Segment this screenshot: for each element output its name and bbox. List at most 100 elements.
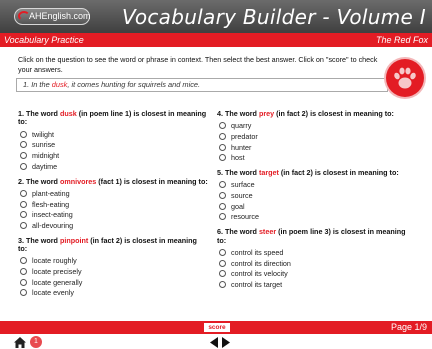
option-label: flesh-eating bbox=[32, 199, 70, 209]
header-bar: AHEnglish.com Vocabulary Builder - Volum… bbox=[0, 0, 432, 33]
answer-option[interactable]: flesh-eating bbox=[20, 199, 208, 210]
answer-option[interactable]: hunter bbox=[219, 142, 407, 153]
radio-button[interactable] bbox=[20, 268, 27, 276]
radio-button[interactable] bbox=[219, 281, 226, 289]
answer-option[interactable]: control its velocity bbox=[219, 269, 407, 280]
option-label: goal bbox=[231, 201, 245, 211]
question-text[interactable]: 3. The word pinpoint (in fact 2) is clos… bbox=[18, 236, 208, 254]
question-1[interactable]: 1. The word dusk (in poem line 1) is clo… bbox=[18, 109, 208, 172]
option-label: all-devouring bbox=[32, 220, 74, 230]
answer-option[interactable]: source bbox=[219, 190, 407, 201]
radio-button[interactable] bbox=[20, 257, 27, 265]
question-text[interactable]: 4. The word prey (in fact 2) is closest … bbox=[217, 109, 407, 118]
score-button[interactable]: score bbox=[204, 323, 230, 332]
radio-button[interactable] bbox=[219, 270, 226, 278]
answer-option[interactable]: surface bbox=[219, 180, 407, 191]
radio-button[interactable] bbox=[219, 154, 226, 162]
radio-button[interactable] bbox=[219, 122, 226, 130]
question-4[interactable]: 4. The word prey (in fact 2) is closest … bbox=[217, 109, 407, 163]
option-label: daytime bbox=[32, 161, 58, 171]
answer-option[interactable]: locate generally bbox=[20, 277, 208, 288]
radio-button[interactable] bbox=[219, 202, 226, 210]
radio-button[interactable] bbox=[219, 132, 226, 140]
radio-button[interactable] bbox=[219, 192, 226, 200]
answer-option[interactable]: quarry bbox=[219, 120, 407, 131]
option-label: control its target bbox=[231, 280, 283, 290]
question-text[interactable]: 6. The word steer (in poem line 3) is cl… bbox=[217, 228, 407, 245]
answer-options: locate roughly locate precisely locate g… bbox=[18, 256, 208, 299]
option-label: locate evenly bbox=[32, 288, 74, 298]
answer-options: surface source goal resource bbox=[217, 180, 407, 223]
answer-option[interactable]: locate evenly bbox=[20, 288, 208, 299]
option-label: predator bbox=[231, 131, 258, 141]
questions-left-column: 1. The word dusk (in poem line 1) is clo… bbox=[18, 109, 208, 304]
context-passage-box: 1. In the dusk, it comes hunting for squ… bbox=[16, 78, 388, 92]
answer-option[interactable]: midnight bbox=[20, 150, 208, 161]
answer-option[interactable]: plant-eating bbox=[20, 188, 208, 199]
option-label: hunter bbox=[231, 142, 252, 152]
home-icon[interactable] bbox=[14, 337, 26, 348]
answer-option[interactable]: goal bbox=[219, 201, 407, 212]
radio-button[interactable] bbox=[20, 141, 27, 149]
page-indicator: Page 1/9 bbox=[390, 322, 427, 332]
radio-button[interactable] bbox=[20, 162, 27, 170]
option-label: plant-eating bbox=[32, 188, 70, 198]
app-title: Vocabulary Builder - Volume I bbox=[122, 5, 426, 29]
notification-badge[interactable]: 1 bbox=[30, 336, 42, 348]
passage-suffix: , it comes hunting for squirrels and mic… bbox=[67, 80, 201, 89]
radio-button[interactable] bbox=[20, 200, 27, 208]
passage-highlight-word: dusk bbox=[51, 80, 68, 89]
radio-button[interactable] bbox=[20, 130, 27, 138]
radio-button[interactable] bbox=[20, 278, 27, 286]
answer-options: plant-eating flesh-eating insect-eating … bbox=[18, 188, 208, 231]
question-keyword: dusk bbox=[59, 109, 77, 118]
option-label: sunrise bbox=[32, 140, 56, 150]
radio-button[interactable] bbox=[219, 181, 226, 189]
option-label: locate roughly bbox=[32, 256, 77, 266]
radio-button[interactable] bbox=[20, 211, 27, 219]
question-3[interactable]: 3. The word pinpoint (in fact 2) is clos… bbox=[18, 236, 208, 299]
answer-option[interactable]: daytime bbox=[20, 161, 208, 172]
radio-button[interactable] bbox=[20, 221, 27, 229]
answer-option[interactable]: control its speed bbox=[219, 247, 407, 258]
option-label: host bbox=[231, 153, 245, 163]
answer-option[interactable]: locate roughly bbox=[20, 256, 208, 267]
next-arrow-icon bbox=[222, 337, 230, 348]
question-text[interactable]: 5. The word target (in fact 2) is closes… bbox=[217, 168, 407, 177]
answer-options: twilight sunrise midnight daytime bbox=[18, 129, 208, 172]
answer-option[interactable]: all-devouring bbox=[20, 220, 208, 231]
answer-option[interactable]: sunrise bbox=[20, 140, 208, 151]
answer-options: quarry predator hunter host bbox=[217, 120, 407, 163]
radio-button[interactable] bbox=[20, 152, 27, 160]
radio-button[interactable] bbox=[219, 143, 226, 151]
radio-button[interactable] bbox=[219, 248, 226, 256]
radio-button[interactable] bbox=[219, 213, 226, 221]
question-6[interactable]: 6. The word steer (in poem line 3) is cl… bbox=[217, 228, 407, 290]
story-title: The Red Fox bbox=[375, 35, 428, 45]
answer-option[interactable]: host bbox=[219, 152, 407, 163]
radio-button[interactable] bbox=[20, 189, 27, 197]
question-keyword: steer bbox=[258, 227, 277, 237]
answer-option[interactable]: control its direction bbox=[219, 258, 407, 269]
answer-option[interactable]: locate precisely bbox=[20, 266, 208, 277]
option-label: quarry bbox=[231, 121, 252, 131]
answer-option[interactable]: twilight bbox=[20, 129, 208, 140]
question-suffix: (in fact 2) is closest in meaning to: bbox=[274, 109, 394, 118]
ahenglish-logo[interactable]: AHEnglish.com bbox=[14, 8, 91, 25]
radio-button[interactable] bbox=[20, 289, 27, 297]
question-2[interactable]: 2. The word omnivores (fact 1) is closes… bbox=[18, 177, 208, 231]
answer-option[interactable]: insect-eating bbox=[20, 209, 208, 220]
question-text[interactable]: 1. The word dusk (in poem line 1) is clo… bbox=[18, 109, 208, 127]
option-label: midnight bbox=[32, 151, 60, 161]
answer-option[interactable]: predator bbox=[219, 131, 407, 142]
passage-prefix: 1. In the bbox=[23, 80, 52, 89]
answer-option[interactable]: resource bbox=[219, 212, 407, 223]
option-label: control its direction bbox=[231, 258, 291, 268]
question-text[interactable]: 2. The word omnivores (fact 1) is closes… bbox=[18, 177, 208, 186]
option-label: locate generally bbox=[32, 277, 83, 287]
page-nav-arrows bbox=[210, 337, 230, 348]
question-5[interactable]: 5. The word target (in fact 2) is closes… bbox=[217, 168, 407, 223]
answer-option[interactable]: control its target bbox=[219, 279, 407, 290]
radio-button[interactable] bbox=[219, 259, 226, 267]
answer-options: control its speed control its direction … bbox=[217, 247, 407, 290]
